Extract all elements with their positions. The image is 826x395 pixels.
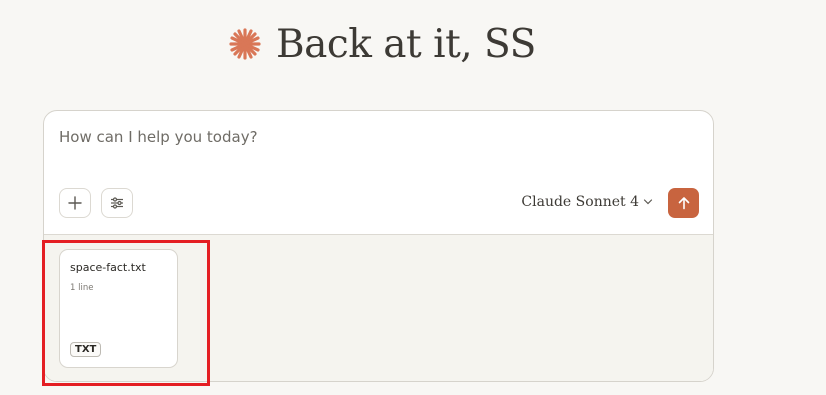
chevron-down-icon: [643, 199, 653, 205]
file-attachment-card[interactable]: space-fact.txt 1 line TXT: [59, 249, 178, 368]
attachments-area: space-fact.txt 1 line TXT: [44, 234, 713, 381]
greeting-header: Back at it, SS: [228, 18, 536, 70]
add-attachment-button[interactable]: [59, 188, 91, 218]
model-label: Claude Sonnet 4: [521, 194, 639, 210]
file-type-badge: TXT: [70, 342, 102, 357]
message-input[interactable]: How can I help you today?: [59, 128, 258, 146]
tools-button[interactable]: [101, 188, 133, 218]
file-line-count: 1 line: [70, 283, 94, 293]
chat-composer: How can I help you today? Claude Sonnet …: [43, 110, 714, 382]
file-name: space-fact.txt: [70, 261, 146, 274]
spark-icon: [229, 28, 261, 60]
greeting-text: Back at it, SS: [276, 21, 536, 67]
arrow-up-icon: [678, 197, 689, 210]
send-button[interactable]: [668, 188, 699, 218]
page: Back at it, SS How can I help you today?: [0, 0, 826, 395]
plus-icon: [68, 196, 82, 210]
sliders-icon: [111, 197, 123, 209]
model-selector[interactable]: Claude Sonnet 4: [521, 194, 653, 210]
